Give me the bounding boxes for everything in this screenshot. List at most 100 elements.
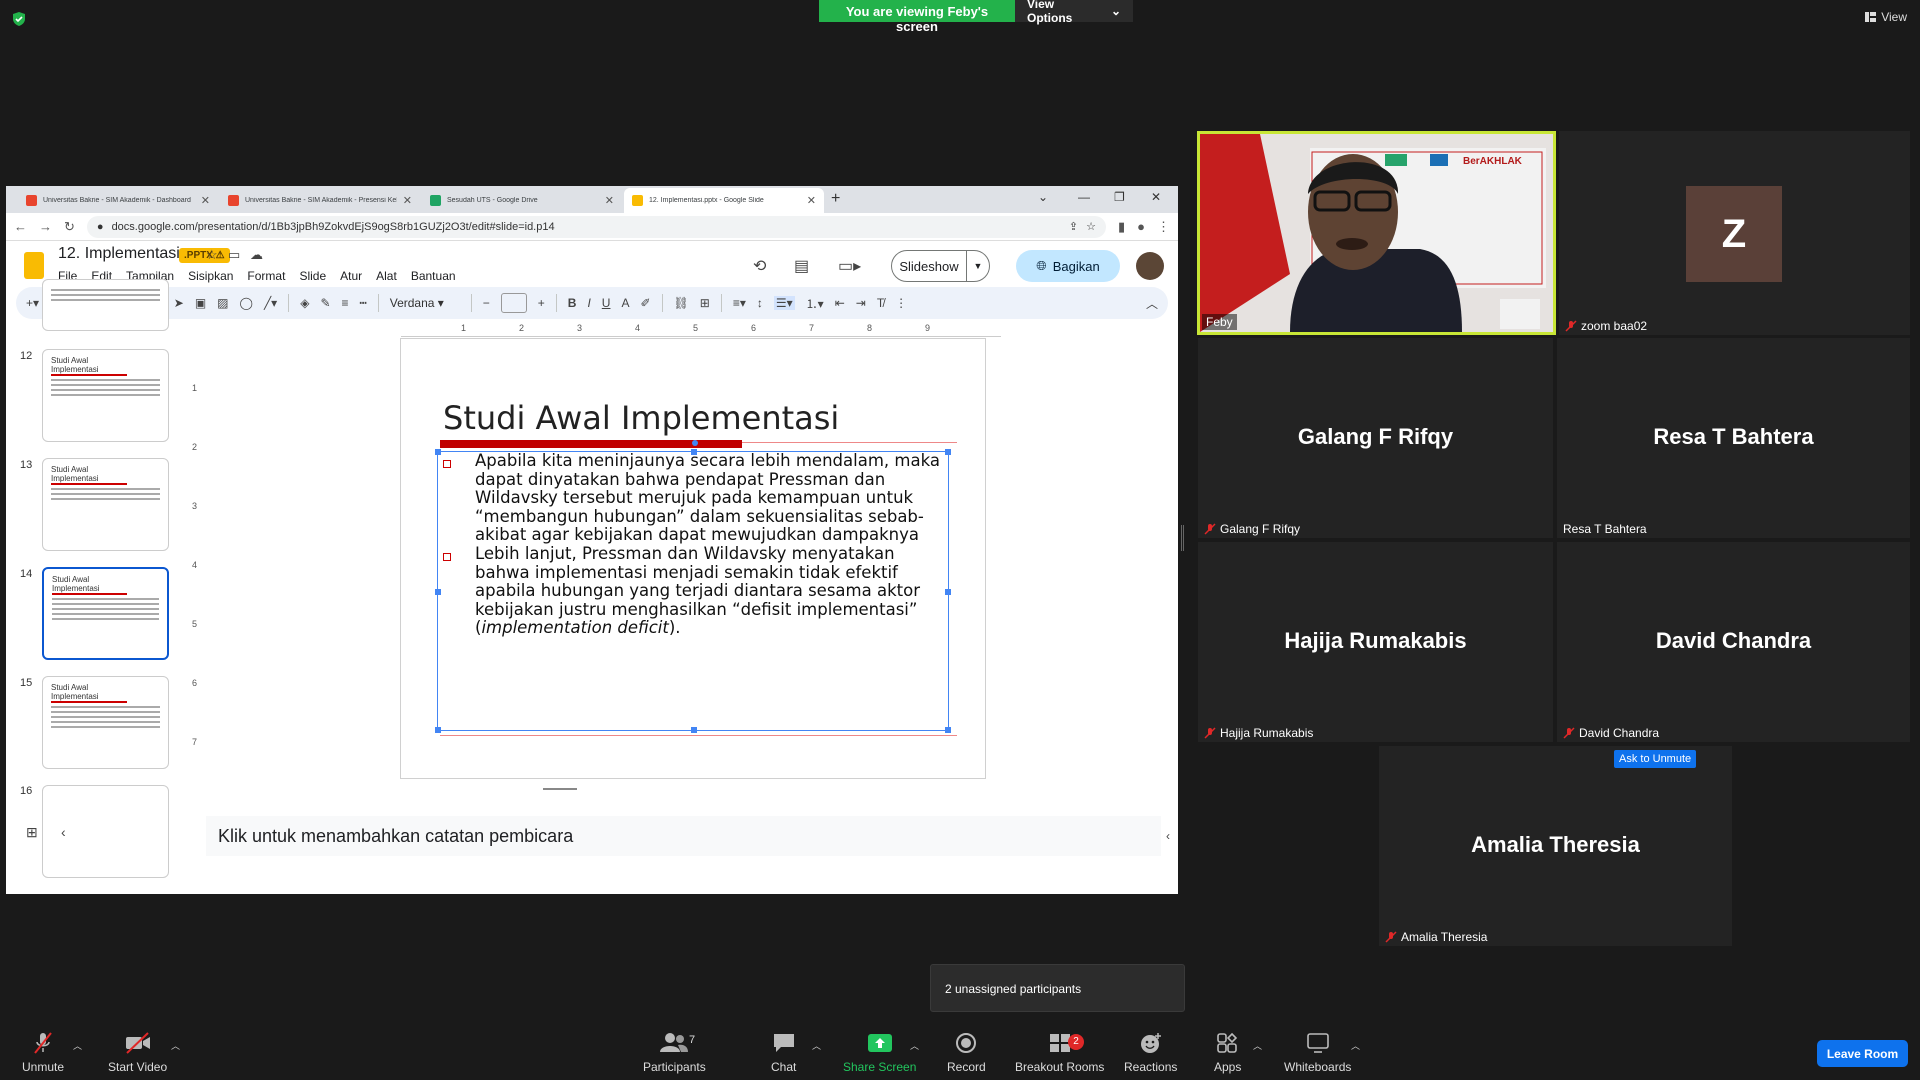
share-screen-button[interactable]: Share Screen — [843, 1032, 916, 1074]
participant-tile-resa[interactable]: Resa T Bahtera Resa T Bahtera — [1557, 338, 1910, 538]
image-icon[interactable]: ▨ — [217, 296, 228, 310]
slide-thumbnail[interactable]: Studi Awal Implementasi — [42, 676, 169, 769]
browser-tab[interactable]: Universitas Bakrie - SIM Akademik - Dash… — [18, 188, 218, 213]
fill-color-icon[interactable]: ◈ — [300, 296, 309, 310]
body-paragraph-1[interactable]: Apabila kita meninjaunya secara lebih me… — [475, 451, 950, 545]
menu-tools[interactable]: Alat — [376, 269, 397, 283]
leave-room-button[interactable]: Leave Room — [1817, 1040, 1908, 1067]
line-icon[interactable]: ╱▾ — [264, 296, 277, 310]
record-button[interactable]: Record — [947, 1032, 986, 1074]
sidepanel-icon[interactable]: ▮ — [1118, 219, 1125, 235]
browser-tab[interactable]: Universitas Bakrie - SIM Akademik - Pres… — [220, 188, 420, 213]
breakout-rooms-button[interactable]: Breakout Rooms — [1015, 1032, 1104, 1074]
participant-tile-zoom-baa02[interactable]: Z zoom baa02 — [1559, 131, 1910, 335]
version-history-icon[interactable]: ⟲ — [753, 256, 766, 276]
collapse-toolbar-icon[interactable]: ︿ — [1146, 295, 1158, 312]
decrease-indent-icon[interactable]: ⇤ — [835, 296, 845, 310]
participant-tile-david[interactable]: David Chandra David Chandra — [1557, 542, 1910, 742]
border-weight-icon[interactable]: ≡ — [342, 296, 349, 310]
slide-thumbnail[interactable]: Studi Awal Implementasi — [42, 349, 169, 442]
back-icon[interactable]: ← — [14, 219, 27, 234]
minimize-icon[interactable]: — — [1078, 190, 1090, 204]
chat-button[interactable]: Chat — [771, 1032, 796, 1074]
apps-button[interactable]: Apps — [1214, 1032, 1241, 1074]
slideshow-button[interactable]: Slideshow ▼ — [891, 250, 990, 282]
align-icon[interactable]: ≡▾ — [733, 296, 746, 310]
reactions-button[interactable]: Reactions — [1124, 1032, 1177, 1074]
slide-thumbnail-selected[interactable]: Studi Awal Implementasi — [42, 567, 169, 660]
share-button[interactable]: 🌐︎ Bagikan — [1016, 250, 1120, 282]
bookmark-star-icon[interactable]: ☆ — [1086, 220, 1096, 233]
split-view-drag-handle[interactable] — [1181, 525, 1184, 551]
grid-view-icon[interactable]: ⊞ — [26, 824, 38, 841]
participants-button[interactable]: Participants — [643, 1032, 706, 1074]
decrease-font-icon[interactable]: − — [483, 296, 490, 310]
more-icon[interactable]: ⋮ — [895, 296, 907, 310]
border-color-icon[interactable]: ✎ — [320, 296, 330, 310]
resize-handle[interactable] — [435, 727, 441, 733]
browser-tab-active[interactable]: 12. Implementasi.pptx - Google Slide ✕ — [624, 188, 824, 213]
close-tab-icon[interactable]: ✕ — [807, 194, 816, 207]
document-title[interactable]: 12. Implementasi — [58, 245, 180, 263]
meet-video-icon[interactable]: ▭▸ — [838, 256, 861, 276]
participant-tile-hajija[interactable]: Hajija Rumakabis Hajija Rumakabis — [1198, 542, 1553, 742]
slideshow-dropdown-icon[interactable]: ▼ — [967, 261, 989, 271]
resize-handle[interactable] — [435, 589, 441, 595]
unassigned-participants-popup[interactable]: 2 unassigned participants — [930, 964, 1185, 1012]
menu-arrange[interactable]: Atur — [340, 269, 362, 283]
close-tab-icon[interactable]: ✕ — [201, 194, 210, 207]
bold-icon[interactable]: B — [568, 296, 577, 310]
account-avatar[interactable] — [1136, 252, 1164, 280]
slide-thumbnail[interactable]: Studi Awal Implementasi — [42, 458, 169, 551]
share-options-caret-icon[interactable]: ︿ — [910, 1039, 919, 1052]
slide-title[interactable]: Studi Awal Implementasi — [443, 399, 839, 437]
participant-tile-amalia[interactable]: Amalia Theresia Amalia Theresia — [1379, 746, 1732, 946]
whiteboards-button[interactable]: Whiteboards — [1284, 1032, 1351, 1074]
slides-logo-icon[interactable] — [24, 252, 44, 279]
shape-icon[interactable]: ◯ — [240, 296, 253, 310]
border-dash-icon[interactable]: ┅ — [360, 296, 367, 310]
resize-handle[interactable] — [435, 449, 441, 455]
start-video-button[interactable]: Start Video — [108, 1032, 167, 1074]
audio-options-caret-icon[interactable]: ︿ — [73, 1039, 82, 1052]
chat-options-caret-icon[interactable]: ︿ — [812, 1039, 821, 1052]
clear-formatting-icon[interactable]: T̸ — [877, 296, 884, 310]
whiteboard-options-caret-icon[interactable]: ︿ — [1351, 1039, 1360, 1052]
security-shield-icon[interactable] — [11, 11, 27, 27]
share-url-icon[interactable]: ⇪ — [1069, 220, 1078, 233]
slide-canvas[interactable]: Studi Awal Implementasi Apabila kita men… — [400, 338, 986, 779]
rotate-handle[interactable] — [692, 440, 698, 446]
link-icon[interactable]: ⛓︎ — [674, 296, 689, 310]
increase-indent-icon[interactable]: ⇥ — [856, 296, 866, 310]
view-options-button[interactable]: View Options ⌄ — [1015, 0, 1133, 25]
comments-icon[interactable]: ▤ — [794, 256, 809, 276]
video-options-caret-icon[interactable]: ︿ — [171, 1039, 180, 1052]
new-slide-icon[interactable]: +▾ — [26, 296, 39, 310]
tab-search-icon[interactable]: ⌄ — [1038, 190, 1048, 204]
underline-icon[interactable]: U — [602, 296, 611, 310]
menu-format[interactable]: Format — [247, 269, 285, 283]
browser-tab[interactable]: Sesudah UTS - Google Drive ✕ — [422, 188, 622, 213]
close-tab-icon[interactable]: ✕ — [605, 194, 614, 207]
body-paragraph-2[interactable]: Lebih lanjut, Pressman dan Wildavsky men… — [475, 544, 950, 638]
font-family-select[interactable]: Verdana ▾ — [390, 296, 460, 310]
collapse-filmstrip-icon[interactable]: ‹ — [61, 824, 66, 840]
italic-icon[interactable]: I — [587, 296, 590, 310]
resize-handle[interactable] — [945, 727, 951, 733]
reload-icon[interactable]: ↻ — [64, 219, 75, 235]
apps-options-caret-icon[interactable]: ︿ — [1253, 1039, 1262, 1052]
line-spacing-icon[interactable]: ↕ — [757, 296, 763, 310]
select-cursor-icon[interactable]: ➤ — [174, 296, 184, 310]
participant-tile-galang[interactable]: Galang F Rifqy Galang F Rifqy — [1198, 338, 1553, 538]
text-color-icon[interactable]: A — [621, 296, 629, 310]
star-icon[interactable]: ☆ — [206, 247, 218, 263]
profile-icon[interactable]: ● — [1137, 219, 1145, 234]
slide-filmstrip[interactable]: 12 Studi Awal Implementasi 13 Studi Awal… — [6, 279, 169, 878]
text-box-icon[interactable]: ▣ — [195, 296, 206, 310]
view-button[interactable]: View — [1865, 10, 1907, 24]
body-text-box[interactable]: Apabila kita meninjaunya secara lebih me… — [435, 440, 951, 733]
speaker-notes-field[interactable]: Klik untuk menambahkan catatan pembicara — [206, 816, 1161, 856]
increase-font-icon[interactable]: + — [538, 296, 545, 310]
maximize-icon[interactable]: ❐ — [1114, 190, 1125, 204]
resize-handle[interactable] — [691, 727, 697, 733]
